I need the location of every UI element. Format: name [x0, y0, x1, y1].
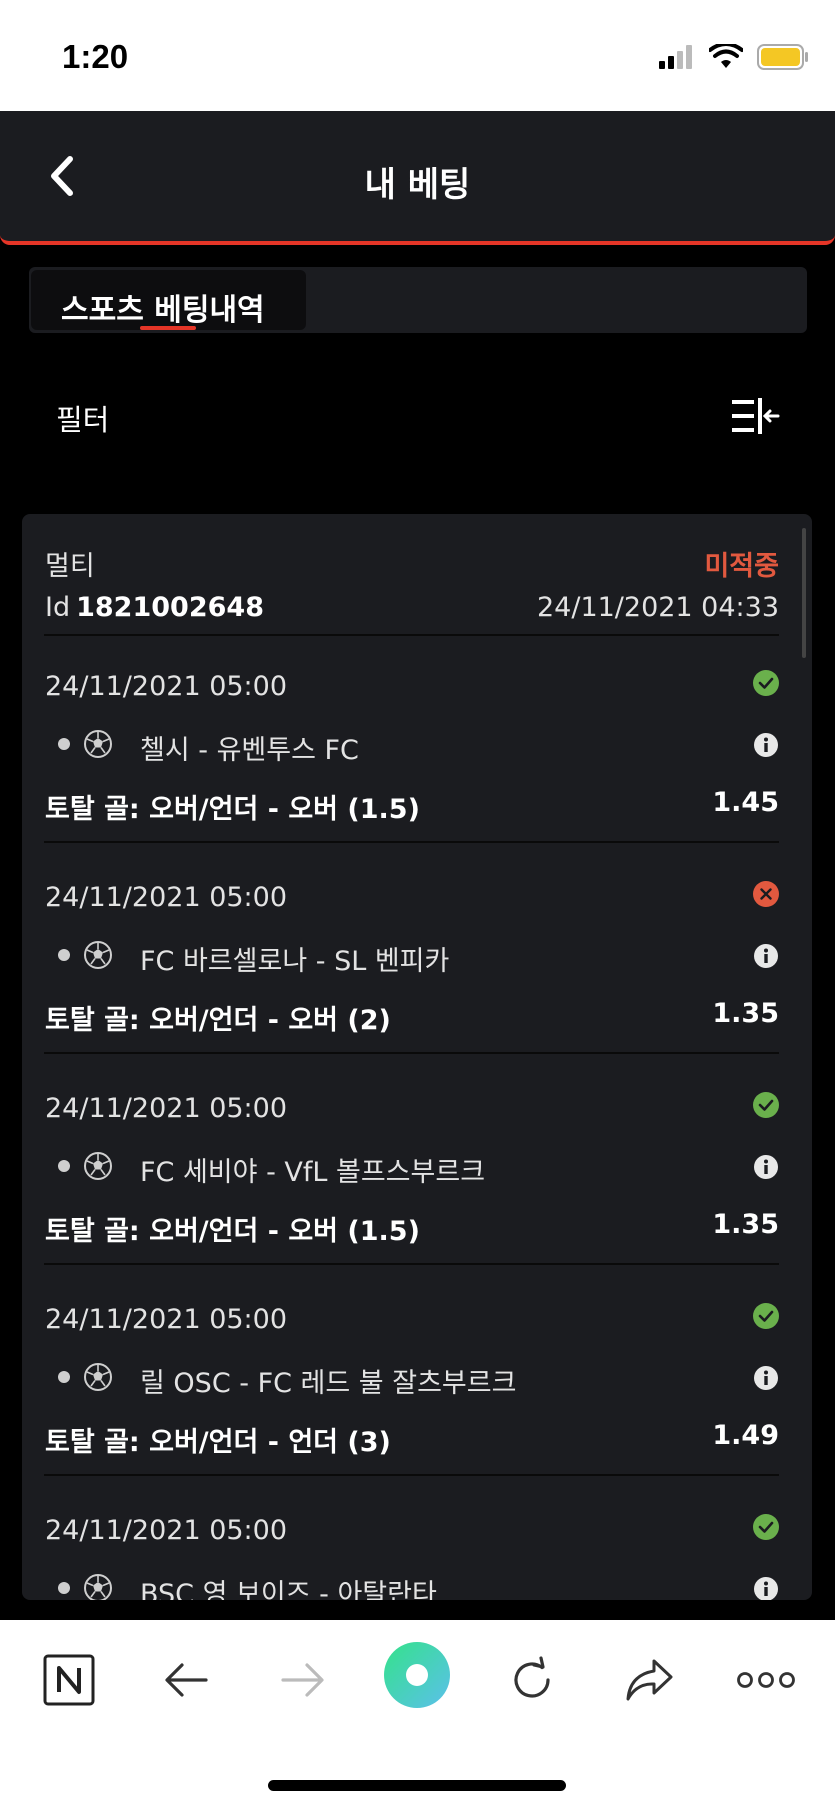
wifi-icon — [709, 44, 743, 68]
tab-label: 스포츠 베팅내역 — [61, 293, 265, 328]
tab-sports-betting-history[interactable]: 스포츠 베팅내역 — [31, 270, 306, 330]
bet-row: 24/11/2021 05:00 FC 세비야 - VfL 볼프스부르크 토탈 … — [22, 1057, 812, 1268]
bet-market: 토탈 골: 오버/언더 - 오버 (2) — [45, 1005, 391, 1036]
bet-market: 토탈 골: 오버/언더 - 언더 (3) — [45, 1427, 391, 1458]
bet-market: 토탈 골: 오버/언더 - 오버 (1.5) — [45, 1216, 420, 1247]
bet-match: FC 바르셀로나 - SL 벤피카 — [140, 946, 450, 977]
status-time: 1:20 — [62, 38, 129, 75]
bet-date: 24/11/2021 05:00 — [45, 1515, 288, 1546]
soccer-ball-icon — [84, 1152, 112, 1180]
divider — [44, 1474, 779, 1476]
soccer-ball-icon — [84, 730, 112, 758]
bet-date: 24/11/2021 05:00 — [45, 1093, 288, 1124]
browser-toolbar — [0, 1620, 835, 1808]
bullet-dot — [58, 949, 70, 961]
arrow-left-icon — [165, 1663, 208, 1697]
bet-odds: 1.49 — [712, 1420, 779, 1451]
tab-bar: 스포츠 베팅내역 — [29, 267, 807, 333]
bet-market: 토탈 골: 오버/언더 - 오버 (1.5) — [45, 794, 420, 825]
page-title: 내 베팅 — [364, 165, 471, 205]
tab-active-indicator — [140, 326, 196, 330]
divider — [44, 1052, 779, 1054]
divider — [44, 1263, 779, 1265]
forward-button[interactable] — [277, 1648, 329, 1712]
ticket-id-value: 1821002648 — [76, 592, 264, 623]
filter-sort-icon[interactable] — [732, 398, 780, 434]
info-icon[interactable] — [753, 732, 779, 758]
naver-n-icon — [43, 1654, 95, 1706]
status-icons — [659, 44, 809, 70]
more-button[interactable] — [736, 1648, 796, 1712]
bet-match: FC 세비야 - VfL 볼프스부르크 — [140, 1157, 486, 1188]
app-header: 내 베팅 — [0, 111, 835, 245]
won-check-icon — [753, 1092, 779, 1118]
bet-odds: 1.35 — [712, 998, 779, 1029]
divider — [44, 841, 779, 843]
bet-row: 24/11/2021 05:00 릴 OSC - FC 레드 불 잘츠부르크 토… — [22, 1268, 812, 1479]
soccer-ball-icon — [84, 1574, 112, 1600]
lost-cross-icon — [753, 881, 779, 907]
signal-icon — [659, 45, 692, 69]
bullet-dot — [58, 738, 70, 750]
ticket-status: 미적중 — [704, 551, 779, 582]
soccer-ball-icon — [84, 941, 112, 969]
bullet-dot — [58, 1160, 70, 1172]
bet-ticket-card[interactable]: 멀티 미적중 Id 1821002648 24/11/2021 04:33 24/… — [22, 514, 812, 1600]
won-check-icon — [753, 670, 779, 696]
bet-date: 24/11/2021 05:00 — [45, 882, 288, 913]
ticket-type: 멀티 — [45, 551, 95, 582]
won-check-icon — [753, 1303, 779, 1329]
bet-row: 24/11/2021 05:00 첼시 - 유벤투스 FC 토탈 골: 오버/언… — [22, 635, 812, 846]
more-icon — [737, 1672, 795, 1688]
bet-odds: 1.35 — [712, 1209, 779, 1240]
bet-date: 24/11/2021 05:00 — [45, 1304, 288, 1335]
bet-match: 릴 OSC - FC 레드 불 잘츠부르크 — [140, 1368, 517, 1399]
share-button[interactable] — [622, 1648, 676, 1712]
share-icon — [626, 1659, 673, 1701]
info-icon[interactable] — [753, 1576, 779, 1600]
status-bar: 1:20 — [0, 0, 835, 111]
arrow-right-icon — [281, 1663, 324, 1697]
bet-row: 24/11/2021 05:00 BSC 영 보이즈 - 아탈란타 — [22, 1479, 812, 1600]
bet-match: 첼시 - 유벤투스 FC — [140, 735, 359, 766]
ticket-date: 24/11/2021 04:33 — [536, 592, 779, 623]
info-icon[interactable] — [753, 1154, 779, 1180]
bullet-dot — [58, 1371, 70, 1383]
info-icon[interactable] — [753, 1365, 779, 1391]
soccer-ball-icon — [84, 1363, 112, 1391]
refresh-icon — [514, 1656, 550, 1698]
battery-icon — [757, 44, 808, 70]
ticket-id-label: Id — [45, 592, 71, 623]
home-indicator[interactable] — [268, 1780, 566, 1791]
green-home-button[interactable] — [382, 1640, 452, 1710]
info-icon[interactable] — [753, 943, 779, 969]
refresh-button[interactable] — [506, 1648, 558, 1712]
bet-match: BSC 영 보이즈 - 아탈란타 — [140, 1579, 437, 1600]
back-button[interactable] — [160, 1648, 212, 1712]
ticket-id: Id 1821002648 — [45, 592, 264, 623]
green-home-icon — [384, 1642, 450, 1708]
bet-row: 24/11/2021 05:00 FC 바르셀로나 - SL 벤피카 토탈 골:… — [22, 846, 812, 1057]
naver-home-button[interactable] — [42, 1648, 96, 1712]
filter-label[interactable]: 필터 — [56, 397, 109, 439]
bullet-dot — [58, 1582, 70, 1594]
bet-date: 24/11/2021 05:00 — [45, 671, 288, 702]
bet-odds: 1.45 — [712, 787, 779, 818]
won-check-icon — [753, 1514, 779, 1540]
